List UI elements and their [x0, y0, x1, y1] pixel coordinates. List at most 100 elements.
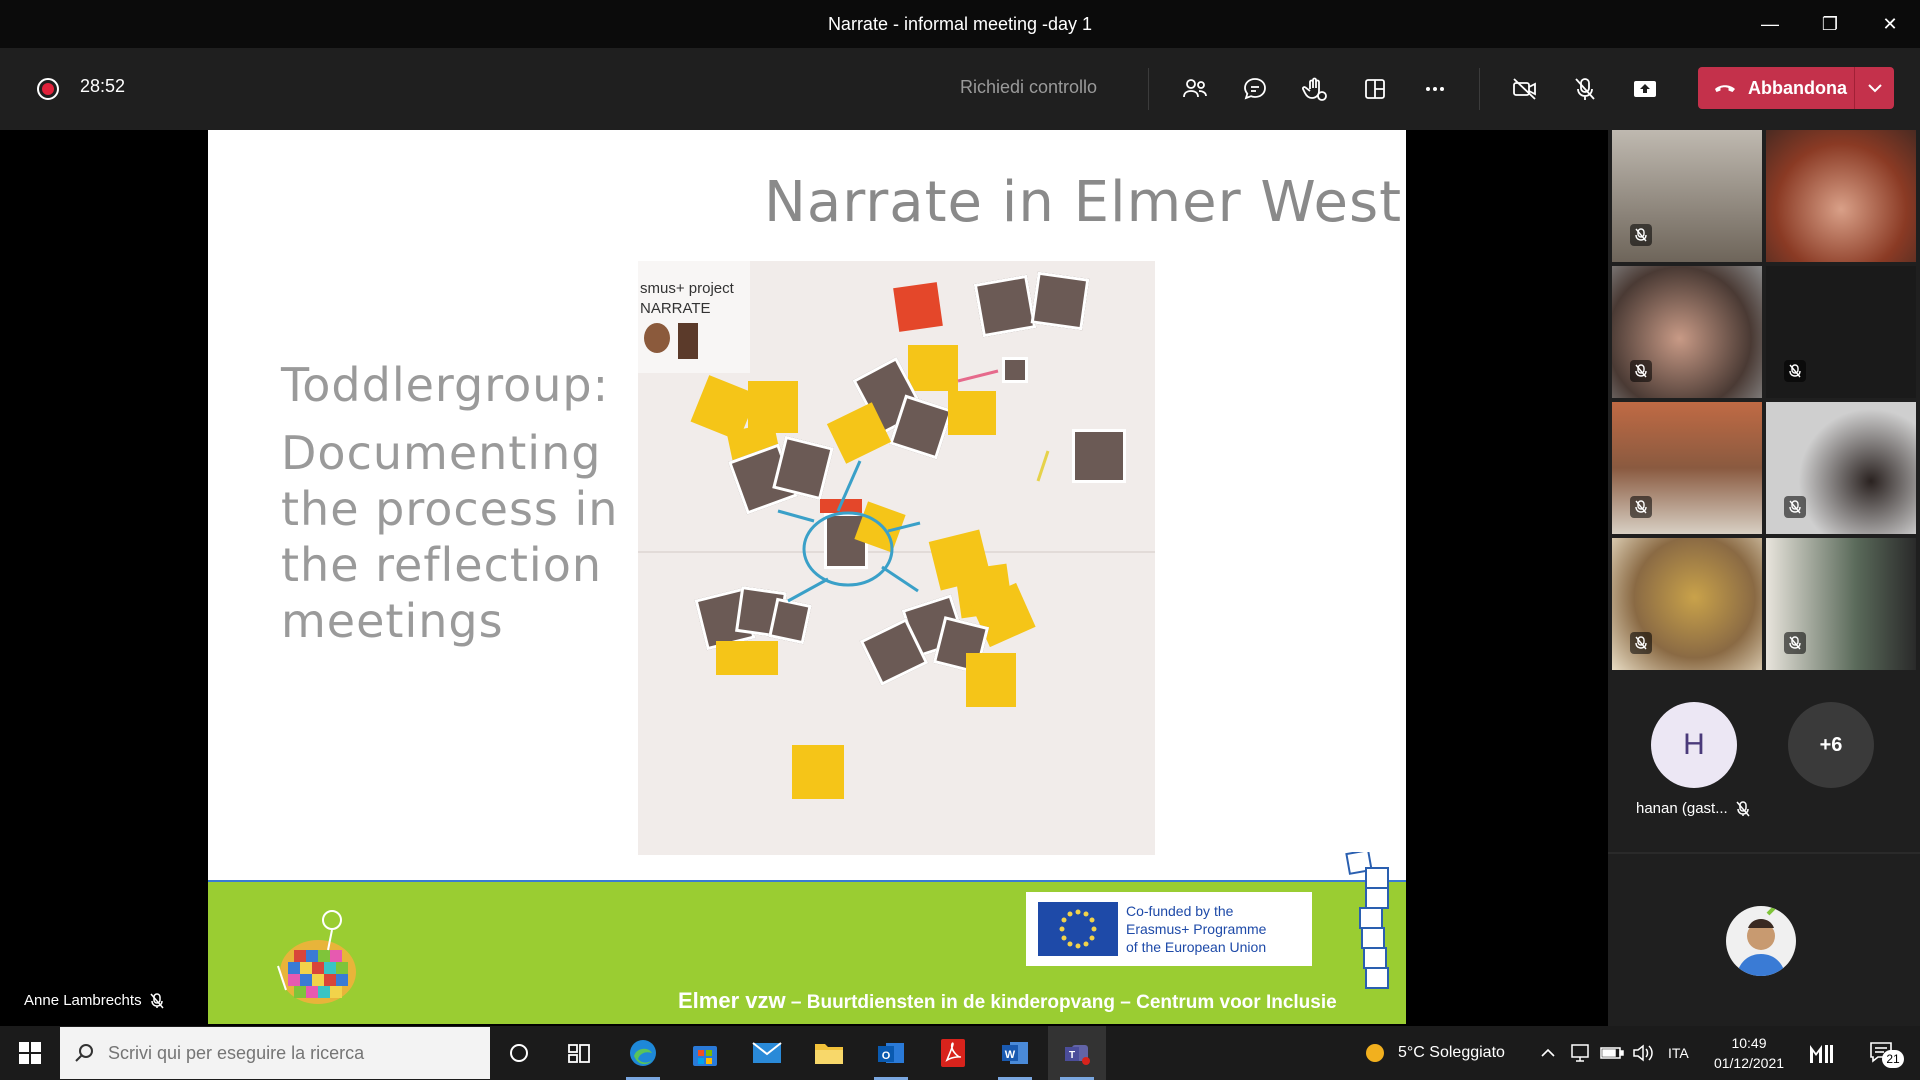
- participant-label: hanan (gast...: [1636, 800, 1750, 817]
- mic-muted-icon: [150, 992, 164, 1008]
- input-language[interactable]: ITA: [1668, 1026, 1689, 1080]
- footer-organization: Elmer vzw – Buurtdiensten in de kinderop…: [678, 988, 1337, 1014]
- gallery-divider: [1608, 852, 1920, 854]
- breakout-rooms-icon[interactable]: [1357, 71, 1393, 107]
- mic-muted-icon: [1784, 632, 1806, 654]
- footer-org-subtitle: – Buurtdiensten in de kinderopvang – Cen…: [790, 992, 1337, 1013]
- ms-store-icon[interactable]: [676, 1026, 734, 1080]
- eu-flag-icon: [1038, 902, 1118, 956]
- participant-video-tile[interactable]: [1612, 266, 1762, 398]
- slide-body-line: meetings: [281, 594, 504, 648]
- mic-muted-icon: [1736, 800, 1750, 816]
- camera-off-icon[interactable]: [1507, 71, 1543, 107]
- elmer-elephant-logo: [272, 906, 362, 1010]
- chevron-down-icon: [1867, 84, 1882, 93]
- slide-footer: Co-funded by the Erasmus+ Programme of t…: [208, 880, 1406, 1024]
- mic-muted-icon: [1630, 224, 1652, 246]
- presenter-label: Anne Lambrechts: [24, 992, 164, 1009]
- window-controls: — ❐ ✕: [1740, 0, 1920, 48]
- leave-main-button[interactable]: Abbandona: [1698, 67, 1854, 109]
- participant-avatar[interactable]: H: [1651, 702, 1737, 788]
- weather-widget[interactable]: 5°C Soleggiato: [1364, 1026, 1505, 1080]
- start-button[interactable]: [0, 1026, 60, 1080]
- slide-subtitle: Toddlergroup:: [281, 358, 610, 412]
- battery-icon[interactable]: [1600, 1026, 1624, 1080]
- task-view-icon[interactable]: [550, 1026, 608, 1080]
- mic-muted-icon: [1784, 496, 1806, 518]
- eu-cofunded-badge: Co-funded by the Erasmus+ Programme of t…: [1026, 892, 1312, 966]
- participant-video-tile[interactable]: [1612, 402, 1762, 534]
- meeting-toolbar: 28:52 Richiedi controllo Abbandona: [0, 48, 1920, 130]
- slide-body: Documenting the process in the reflectio…: [281, 425, 621, 649]
- notification-count: 21: [1882, 1050, 1904, 1068]
- minimize-button[interactable]: —: [1740, 0, 1800, 48]
- volume-icon[interactable]: [1632, 1026, 1654, 1080]
- eu-text-line: Co-funded by the: [1126, 903, 1234, 919]
- participants-icon[interactable]: [1177, 71, 1213, 107]
- share-screen-icon[interactable]: [1627, 71, 1663, 107]
- more-participants-count: +6: [1819, 733, 1843, 756]
- cortana-icon[interactable]: [490, 1026, 548, 1080]
- leave-label: Abbandona: [1748, 77, 1847, 98]
- leave-button[interactable]: Abbandona: [1698, 67, 1894, 109]
- participant-video-tile[interactable]: [1766, 130, 1916, 262]
- system-clock[interactable]: 10:49 01/12/2021: [1712, 1033, 1786, 1073]
- participant-video-tile[interactable]: [1612, 538, 1762, 670]
- outlook-icon[interactable]: O: [862, 1026, 920, 1080]
- taskbar-search[interactable]: [60, 1027, 490, 1079]
- participant-video-tile[interactable]: [1766, 266, 1916, 398]
- notification-center-icon[interactable]: 21: [1868, 1026, 1904, 1080]
- mic-muted-icon: [1630, 360, 1652, 382]
- slide-body-line: Documenting: [281, 426, 602, 480]
- shared-content-stage: Narrate in Elmer West Toddlergroup: Docu…: [0, 130, 1608, 1026]
- search-icon: [60, 1042, 108, 1064]
- mail-icon[interactable]: [738, 1026, 796, 1080]
- close-button[interactable]: ✕: [1860, 0, 1920, 48]
- search-input[interactable]: [108, 1042, 468, 1064]
- narrate-blocks-logo: [1336, 849, 1396, 992]
- toolbar-divider: [1148, 68, 1149, 110]
- toolbar-divider: [1479, 68, 1480, 110]
- word-icon[interactable]: W: [986, 1026, 1044, 1080]
- mic-muted-icon: [1630, 496, 1652, 518]
- eu-text-line: of the European Union: [1126, 939, 1267, 955]
- edge-browser-icon[interactable]: [614, 1026, 672, 1080]
- avatar-initial: H: [1683, 728, 1705, 761]
- acrobat-reader-icon[interactable]: [924, 1026, 982, 1080]
- footer-org-name: Elmer vzw: [678, 988, 786, 1013]
- clock-time: 10:49: [1731, 1035, 1767, 1051]
- meeting-timer: 28:52: [80, 76, 126, 96]
- participant-video-tile[interactable]: [1766, 538, 1916, 670]
- reactions-icon[interactable]: [1297, 71, 1333, 107]
- presentation-slide: Narrate in Elmer West Toddlergroup: Docu…: [208, 130, 1406, 1024]
- participant-video-tile[interactable]: [1766, 402, 1916, 534]
- leave-dropdown[interactable]: [1855, 67, 1894, 109]
- more-options-icon[interactable]: [1417, 71, 1453, 107]
- show-hidden-icons[interactable]: [1540, 1026, 1556, 1080]
- presenter-name: Anne Lambrechts: [24, 992, 142, 1009]
- slide-body-line: the reflection: [281, 538, 602, 592]
- chat-icon[interactable]: [1237, 71, 1273, 107]
- wall-board-photo: smus+ project NARRATE: [638, 261, 1155, 855]
- participant-gallery: H +6 hanan (gast...: [1608, 130, 1920, 1026]
- teams-icon[interactable]: T: [1048, 1026, 1106, 1080]
- svg-text:T: T: [1069, 1050, 1075, 1061]
- network-icon[interactable]: [1570, 1026, 1592, 1080]
- self-view-avatar[interactable]: [1726, 906, 1796, 976]
- weather-text: 5°C Soleggiato: [1398, 1044, 1505, 1061]
- slide-title: Narrate in Elmer West: [764, 170, 1403, 235]
- eu-text-line: Erasmus+ Programme: [1126, 921, 1267, 937]
- participant-name: hanan (gast...: [1636, 800, 1728, 817]
- participant-video-tile[interactable]: [1612, 130, 1762, 262]
- clock-date: 01/12/2021: [1713, 1055, 1785, 1071]
- request-control-button[interactable]: Richiedi controllo: [960, 77, 1097, 98]
- mic-off-icon[interactable]: [1567, 71, 1603, 107]
- file-explorer-icon[interactable]: [800, 1026, 858, 1080]
- restore-button[interactable]: ❐: [1800, 0, 1860, 48]
- more-participants-button[interactable]: +6: [1788, 702, 1874, 788]
- mic-muted-icon: [1784, 360, 1806, 382]
- phone-hangup-icon: [1715, 85, 1735, 92]
- meet-now-icon[interactable]: [1808, 1026, 1838, 1080]
- svg-text:O: O: [882, 1050, 891, 1062]
- recording-icon: [37, 78, 59, 100]
